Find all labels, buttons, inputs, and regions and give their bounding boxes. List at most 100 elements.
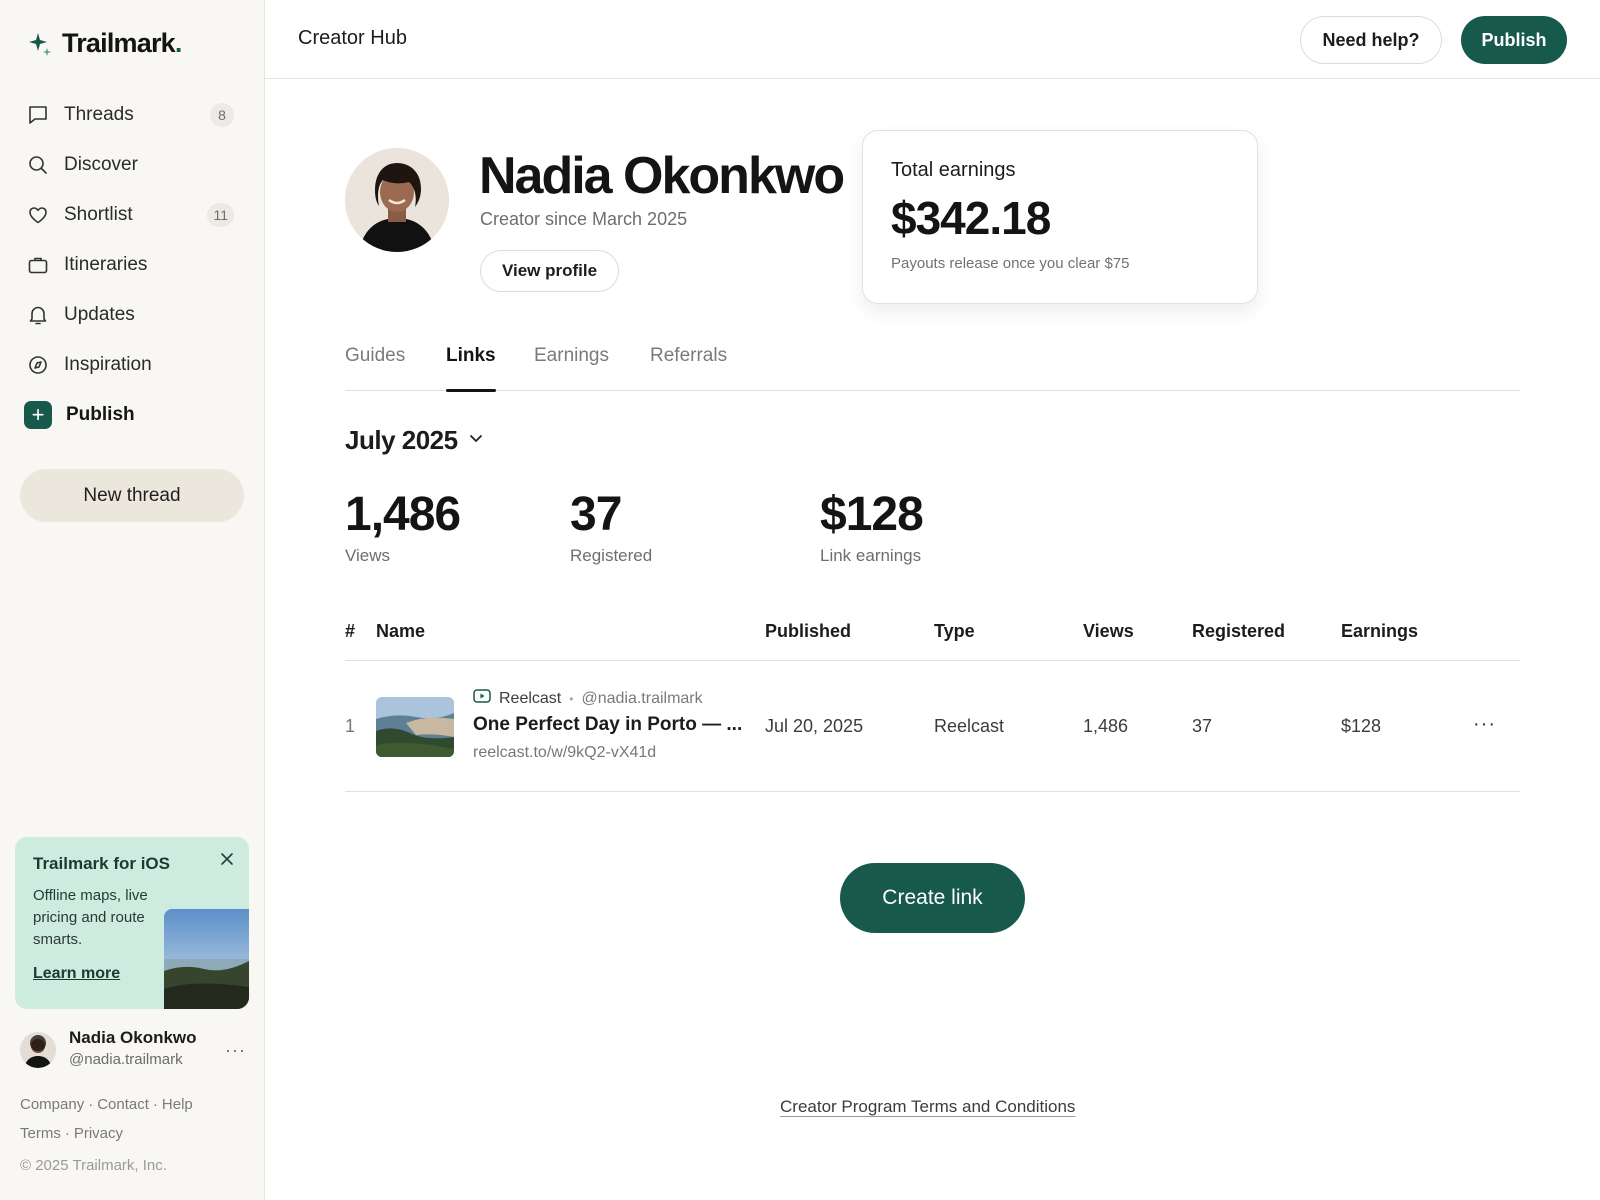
- row-index: 1: [345, 716, 356, 736]
- creator-tabs: Guides Links Earnings Referrals: [345, 345, 1520, 392]
- sidebar-nav: Threads 8 Discover Shortlist 11 Itinerar…: [16, 90, 246, 440]
- learn-more-link[interactable]: Learn more: [33, 965, 120, 983]
- link-source: Reelcast • @nadia.trailmark: [473, 688, 703, 709]
- user-name: Nadia Okonkwo: [69, 1028, 197, 1047]
- sparkle-icon: [28, 29, 52, 59]
- table-header: # Name Published Type Views Registered E…: [345, 610, 1520, 661]
- sidebar-item-threads[interactable]: Threads 8: [16, 90, 246, 140]
- promo-title: Trailmark for iOS: [33, 854, 170, 873]
- link-earnings: $128: [1341, 716, 1382, 736]
- create-link-button[interactable]: Create link: [840, 863, 1025, 933]
- sidebar-item-publish[interactable]: + Publish: [16, 390, 246, 440]
- view-profile-button[interactable]: View profile: [480, 250, 619, 292]
- close-icon[interactable]: [217, 849, 237, 869]
- sidebar-item-itineraries[interactable]: Itineraries: [16, 240, 246, 290]
- sidebar-item-updates[interactable]: Updates: [16, 290, 246, 340]
- profile-name: Nadia Okonkwo: [479, 147, 845, 205]
- profile-avatar: [345, 148, 449, 252]
- sidebar-item-label: Discover: [64, 154, 138, 175]
- column-header: Earnings: [1341, 621, 1419, 641]
- link-type: Reelcast: [934, 716, 1005, 736]
- stat-label: Registered: [570, 546, 653, 565]
- new-thread-button[interactable]: New thread: [20, 469, 244, 522]
- avatar: [20, 1032, 56, 1068]
- sidebar-item-shortlist[interactable]: Shortlist 11: [16, 190, 246, 240]
- column-header: Views: [1083, 621, 1134, 641]
- promo-landscape-image: [164, 909, 249, 1009]
- stat-label: Link earnings: [820, 546, 922, 565]
- link-views: 1,486: [1083, 716, 1129, 736]
- sidebar-item-label: Publish: [66, 404, 135, 425]
- separator-dot: •: [569, 691, 574, 706]
- link-url[interactable]: reelcast.to/w/9kQ2-vX41d: [473, 744, 656, 762]
- published-date: Jul 20, 2025: [765, 716, 864, 736]
- publish-button[interactable]: Publish: [1461, 16, 1567, 64]
- chevron-down-icon: [468, 430, 484, 451]
- earnings-value: $342.18: [891, 192, 1051, 244]
- search-icon: [26, 153, 50, 177]
- briefcase-icon: [26, 253, 50, 277]
- earnings-title: Total earnings: [891, 159, 1016, 181]
- heart-icon: [26, 203, 50, 227]
- compass-icon: [26, 353, 50, 377]
- period-label: July 2025: [345, 425, 458, 455]
- stat-value: $128: [820, 488, 924, 541]
- sidebar-item-label: Inspiration: [64, 354, 152, 375]
- column-header: Published: [765, 621, 852, 641]
- creator-since: Creator since March 2025: [480, 209, 688, 229]
- sidebar-item-label: Updates: [64, 304, 135, 325]
- stat-registered: 37 Registered: [570, 487, 652, 566]
- table-row[interactable]: 1 Reelcast • @nadia.trailmark One Perfec…: [345, 661, 1520, 792]
- footer-link-terms[interactable]: Terms: [20, 1125, 61, 1142]
- footer-link-contact[interactable]: Contact: [97, 1096, 149, 1113]
- copyright: © 2025 Trailmark, Inc.: [20, 1157, 167, 1174]
- current-user[interactable]: Nadia Okonkwo @nadia.trailmark ···: [20, 1028, 250, 1072]
- sidebar-item-label: Shortlist: [64, 204, 133, 225]
- more-icon[interactable]: ···: [1473, 713, 1496, 736]
- tab-links[interactable]: Links: [446, 345, 496, 392]
- source-handle: @nadia.trailmark: [581, 689, 703, 707]
- stat-link-earnings: $128 Link earnings: [820, 487, 924, 566]
- count-badge: 11: [207, 203, 234, 227]
- plus-icon: +: [24, 401, 52, 429]
- sidebar-item-label: Threads: [64, 104, 134, 125]
- period-selector[interactable]: July 2025: [345, 425, 484, 456]
- sidebar-item-inspiration[interactable]: Inspiration: [16, 340, 246, 390]
- column-header: Type: [934, 621, 975, 641]
- footer-link-privacy[interactable]: Privacy: [74, 1125, 123, 1142]
- source-name: Reelcast: [499, 689, 562, 707]
- count-badge: 8: [210, 103, 234, 127]
- need-help-button[interactable]: Need help?: [1300, 16, 1442, 64]
- column-header: Registered: [1192, 621, 1286, 641]
- terms-link[interactable]: Creator Program Terms and Conditions: [780, 1097, 1075, 1117]
- stat-value: 37: [570, 488, 622, 541]
- sidebar: Trailmark. Threads 8 Discover Shortlist …: [0, 0, 265, 1200]
- link-title[interactable]: One Perfect Day in Porto — ...: [473, 714, 742, 736]
- link-registered: 37: [1192, 716, 1213, 736]
- tab-referrals[interactable]: Referrals: [650, 345, 727, 391]
- brand-logo[interactable]: Trailmark.: [28, 28, 182, 59]
- tab-earnings[interactable]: Earnings: [534, 345, 609, 391]
- footer-link-company[interactable]: Company: [20, 1096, 84, 1113]
- stat-label: Views: [345, 546, 391, 565]
- total-earnings-card: Total earnings $342.18 Payouts release o…: [862, 130, 1258, 304]
- more-icon[interactable]: ···: [225, 1040, 246, 1061]
- play-icon: [473, 688, 491, 709]
- ios-promo-card: Trailmark for iOS Offline maps, live pri…: [15, 837, 249, 1009]
- footer-links: Company · Contact · Help Terms · Privacy: [20, 1096, 193, 1142]
- sidebar-item-label: Itineraries: [64, 254, 148, 275]
- sidebar-item-discover[interactable]: Discover: [16, 140, 246, 190]
- user-handle: @nadia.trailmark: [69, 1051, 183, 1068]
- stat-value: 1,486: [345, 488, 461, 541]
- page-title: Creator Hub: [298, 27, 407, 49]
- payout-note: Payouts release once you clear $75: [891, 255, 1130, 272]
- footer-link-help[interactable]: Help: [162, 1096, 193, 1113]
- tab-guides[interactable]: Guides: [345, 345, 405, 391]
- bell-icon: [26, 303, 50, 327]
- link-thumbnail: [376, 697, 454, 757]
- promo-text: Offline maps, live pricing and route sma…: [33, 887, 148, 948]
- brand-name: Trailmark.: [62, 28, 182, 58]
- top-bar: Creator Hub Need help? Publish: [265, 0, 1600, 79]
- stat-views: 1,486 Views: [345, 487, 461, 566]
- column-header: Name: [376, 621, 426, 641]
